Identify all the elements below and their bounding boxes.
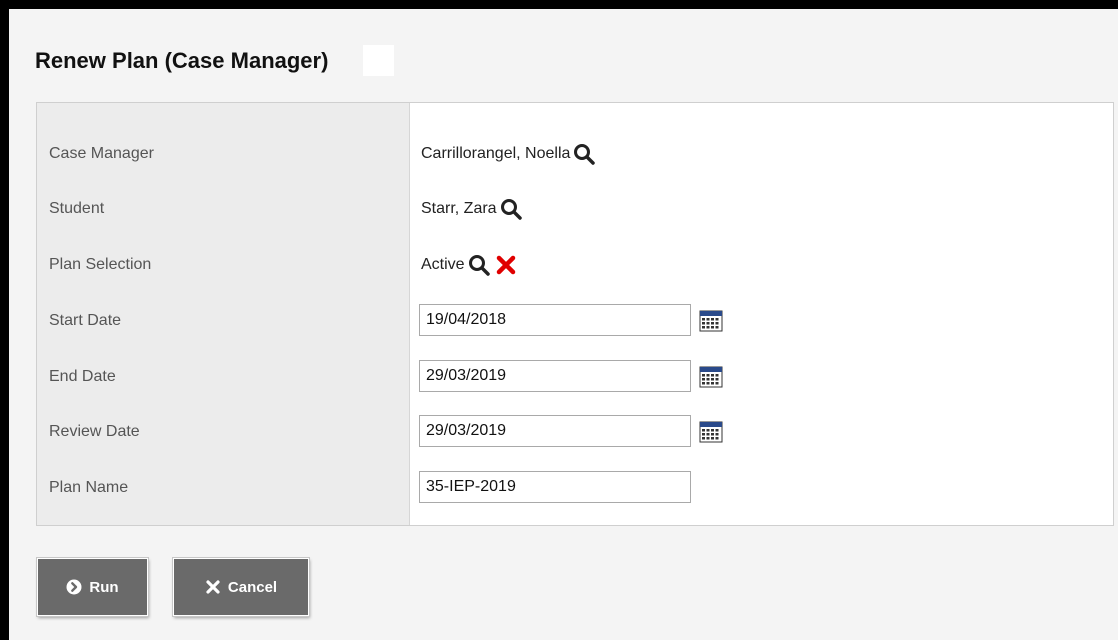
cancel-button[interactable]: Cancel (173, 558, 309, 616)
run-button-label: Run (89, 578, 119, 596)
field-label: Review Date (49, 423, 140, 440)
title-placeholder-box (363, 45, 395, 76)
dialog-header: Renew Plan (Case Manager) (35, 45, 395, 76)
renew-plan-dialog: Renew Plan (Case Manager) Case Manager C… (9, 9, 1118, 640)
field-label: Plan Name (49, 479, 129, 496)
clear-x-icon[interactable] (495, 254, 517, 276)
field-label: Start Date (49, 312, 122, 329)
field-label: Student (49, 200, 105, 217)
field-label: End Date (49, 368, 116, 385)
field-label: Plan Selection (49, 256, 152, 273)
field-label: Case Manager (49, 145, 154, 162)
form-panel: Case Manager Carrillorangel, Noella Stud… (36, 102, 1114, 526)
x-icon (206, 580, 220, 594)
search-icon[interactable] (467, 253, 491, 277)
arrow-circle-right-icon (66, 579, 82, 595)
review-date-input[interactable] (419, 415, 691, 447)
case-manager-value: Carrillorangel, Noella (421, 139, 596, 169)
field-row-start-date: Start Date (37, 304, 1113, 336)
dialog-title: Renew Plan (Case Manager) (35, 47, 329, 73)
search-icon[interactable] (572, 142, 596, 166)
field-row-end-date: End Date (37, 360, 1113, 392)
calendar-icon[interactable] (699, 310, 723, 332)
field-value: Carrillorangel, Noella (421, 145, 571, 162)
field-row-plan-name: Plan Name (37, 471, 1113, 503)
plan-name-input[interactable] (419, 471, 691, 503)
field-row-student: Student Starr, Zara (37, 194, 1113, 224)
cancel-button-label: Cancel (227, 578, 278, 596)
student-value: Starr, Zara (421, 194, 523, 224)
field-value: Starr, Zara (421, 200, 497, 217)
field-row-review-date: Review Date (37, 415, 1113, 447)
calendar-icon[interactable] (699, 421, 723, 443)
end-date-input[interactable] (419, 360, 691, 392)
search-icon[interactable] (499, 197, 523, 221)
field-row-plan-selection: Plan Selection Active (37, 250, 1113, 280)
calendar-icon[interactable] (699, 366, 723, 388)
field-value: Active (421, 256, 465, 273)
field-row-case-manager: Case Manager Carrillorangel, Noella (37, 139, 1113, 169)
plan-selection-value: Active (421, 250, 517, 280)
run-button[interactable]: Run (37, 558, 148, 616)
start-date-input[interactable] (419, 304, 691, 336)
